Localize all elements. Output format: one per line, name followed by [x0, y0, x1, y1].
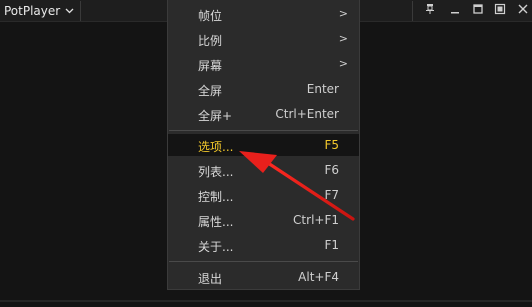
- title-separator: [80, 1, 81, 21]
- pin-button[interactable]: [423, 2, 437, 16]
- maximize-button[interactable]: [471, 2, 485, 16]
- menu-item-fullscreen[interactable]: 全屏 Enter: [168, 78, 359, 100]
- menu-item-shortcut: F5: [324, 138, 339, 152]
- menu-item-label: 全屏: [198, 84, 223, 98]
- menu-item-fullscreen-plus[interactable]: 全屏+ Ctrl+Enter: [168, 103, 359, 125]
- submenu-arrow-icon: >: [338, 32, 348, 45]
- maximize-icon: [473, 4, 483, 14]
- menu-item-shortcut: Ctrl+F1: [293, 213, 339, 227]
- menu-item-options[interactable]: 选项... F5: [168, 134, 359, 156]
- menu-divider: [169, 261, 358, 262]
- pin-icon: [426, 4, 434, 14]
- title-separator: [412, 1, 413, 21]
- menu-item-shortcut: F1: [324, 238, 339, 252]
- chevron-down-icon: [65, 8, 74, 14]
- menu-item-label: 控制...: [198, 190, 234, 204]
- app-name: PotPlayer: [4, 3, 61, 18]
- context-menu: 帧位 > 比例 > 屏幕 > 全屏 Enter 全屏+ Ctrl+Enter 选…: [167, 0, 360, 290]
- menu-item-label: 帧位: [198, 9, 223, 23]
- menu-item-label: 屏幕: [198, 59, 223, 73]
- minimize-button[interactable]: [448, 2, 462, 16]
- menu-item-properties[interactable]: 属性... Ctrl+F1: [168, 209, 359, 231]
- menu-item-control[interactable]: 控制... F7: [168, 184, 359, 206]
- potplayer-window: PotPlayer 帧位 > 比例 > 屏幕 > 全屏 Enter 全屏+ Ct…: [0, 0, 532, 307]
- menu-item-label: 关于...: [198, 240, 234, 254]
- menu-item-label: 属性...: [198, 215, 234, 229]
- menu-item-shortcut: Enter: [306, 82, 339, 96]
- menu-item-about[interactable]: 关于... F1: [168, 234, 359, 256]
- menu-item-label: 比例: [198, 34, 223, 48]
- fullscreen-icon: [494, 3, 506, 15]
- menu-item-label: 选项...: [198, 140, 234, 154]
- app-menu-button[interactable]: PotPlayer: [4, 2, 74, 19]
- menu-item-shortcut: F7: [324, 188, 339, 202]
- menu-item-shortcut: Ctrl+Enter: [275, 107, 339, 121]
- menu-item-screen[interactable]: 屏幕 >: [168, 53, 359, 75]
- menu-item-playlist[interactable]: 列表... F6: [168, 159, 359, 181]
- menu-item-shortcut: Alt+F4: [298, 270, 339, 284]
- close-button[interactable]: [516, 2, 530, 16]
- submenu-arrow-icon: >: [338, 7, 348, 20]
- menu-item-label: 全屏+: [198, 109, 233, 123]
- menu-item-aspect-ratio[interactable]: 比例 >: [168, 28, 359, 50]
- menu-item-label: 列表...: [198, 165, 234, 179]
- control-bar-edge: [0, 300, 532, 302]
- minimize-icon: [451, 12, 459, 14]
- close-icon: [518, 4, 528, 14]
- menu-divider: [169, 130, 358, 131]
- fullscreen-button[interactable]: [493, 2, 507, 16]
- menu-item-frame-position[interactable]: 帧位 >: [168, 3, 359, 25]
- menu-item-label: 退出: [198, 272, 223, 286]
- menu-item-shortcut: F6: [324, 163, 339, 177]
- menu-item-exit[interactable]: 退出 Alt+F4: [168, 266, 359, 288]
- submenu-arrow-icon: >: [338, 57, 348, 70]
